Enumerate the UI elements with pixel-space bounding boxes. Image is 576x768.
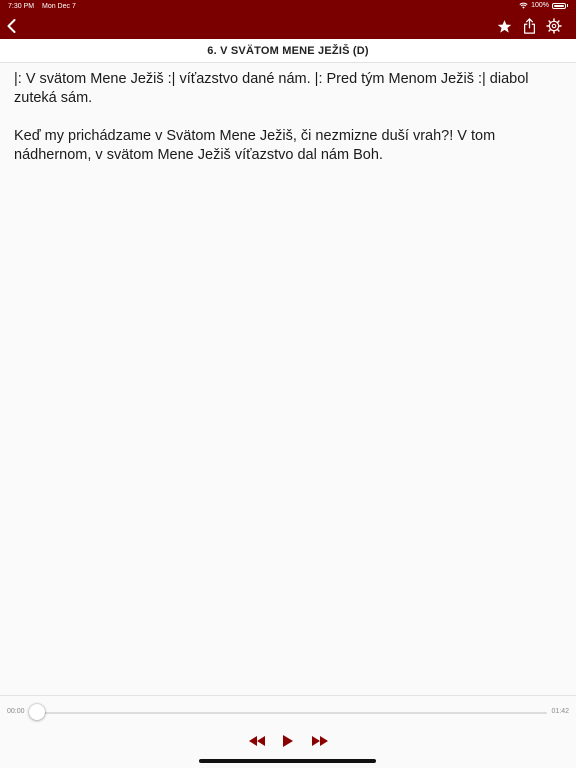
chevron-left-icon [7,19,15,33]
navigation-bar [0,13,576,39]
back-button[interactable] [2,13,20,39]
progress-slider-thumb[interactable] [29,704,45,720]
progress-track[interactable] [37,712,547,714]
share-button[interactable] [519,13,539,39]
home-indicator [199,759,376,763]
fast-forward-icon [312,736,328,746]
player-divider [0,695,576,696]
lyrics-paragraph: |: V svätom Mene Ježiš :| víťazstvo dané… [14,71,529,106]
gear-icon [546,18,562,34]
status-bar: 7:30 PM Mon Dec 7 100% [0,0,576,13]
status-time: 7:30 PM [8,3,35,10]
wifi-icon [519,2,528,9]
rewind-button[interactable] [248,734,266,748]
lyrics-paragraph: Keď my prichádzame v Svätom Mene Ježiš, … [14,128,496,163]
total-duration: 01:42 [551,708,569,715]
settings-button[interactable] [543,13,565,39]
play-button[interactable] [281,734,295,748]
play-icon [283,735,293,747]
song-lyrics: |: V svätom Mene Ježiš :| víťazstvo dané… [14,70,544,184]
battery-icon [552,2,566,9]
rewind-icon [249,736,265,746]
status-indicators: 100% [519,2,568,9]
battery-percent: 100% [531,2,549,9]
status-date: Mon Dec 7 [42,3,76,10]
share-icon [523,18,535,34]
fast-forward-button[interactable] [311,734,329,748]
song-title: 6. V SVÄTOM MENE JEŽIŠ (D) [0,39,576,63]
elapsed-time: 00:00 [7,708,25,715]
favorite-button[interactable] [494,13,514,39]
star-icon [497,19,511,33]
